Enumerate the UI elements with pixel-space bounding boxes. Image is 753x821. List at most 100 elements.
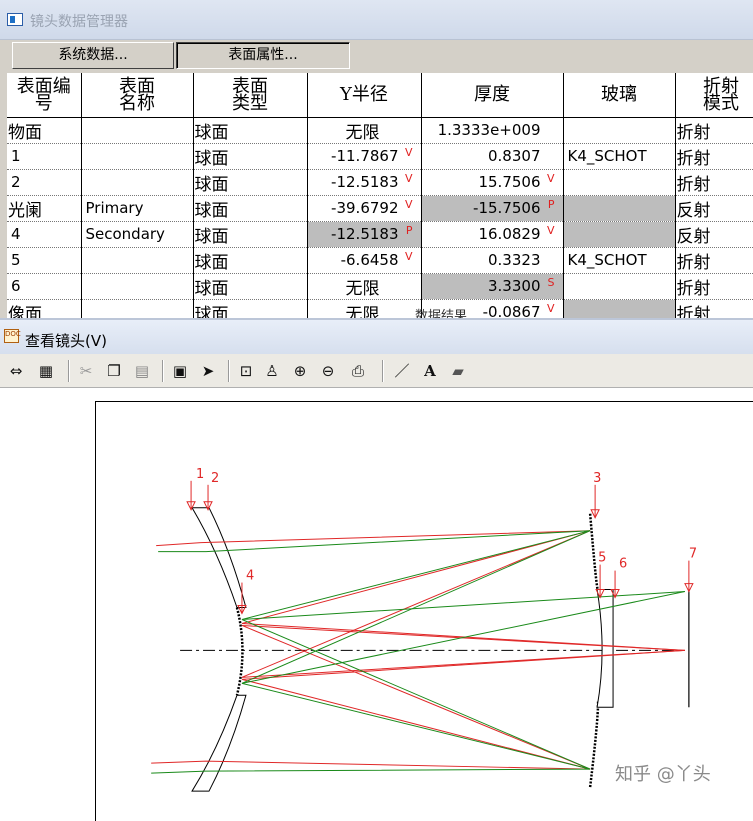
cell-name[interactable]	[81, 143, 193, 169]
cell-name[interactable]	[81, 247, 193, 273]
solve-flag[interactable]: V	[405, 198, 413, 211]
cell-thick[interactable]: 16.0829 V	[421, 221, 563, 247]
cell-glass[interactable]	[563, 117, 675, 143]
cell-type[interactable]: 球面	[193, 221, 307, 247]
cell-type[interactable]: 球面	[193, 117, 307, 143]
cell-value: K4_SCHOT	[568, 147, 647, 165]
cell-glass[interactable]	[563, 169, 675, 195]
table-row[interactable]: 物面 球面无限 1.3333e+009 折射	[7, 117, 753, 143]
system-data-button[interactable]: 系统数据...	[12, 42, 174, 69]
copy-icon[interactable]: ❐	[104, 361, 124, 381]
cell-num[interactable]: 4	[7, 221, 81, 247]
table-row[interactable]: 5 球面 -6.6458V0.3323K4_SCHOT折射	[7, 247, 753, 273]
cell-mode[interactable]: 折射	[675, 143, 753, 169]
solve-flag[interactable]: S	[548, 276, 555, 289]
cell-num[interactable]: 光阑	[7, 195, 81, 221]
cell-glass[interactable]: K4_SCHOT	[563, 247, 675, 273]
table-row[interactable]: 光阑 Primary 球面-39.6792V-15.7506P 反射	[7, 195, 753, 221]
save-icon[interactable]: ▣	[170, 361, 190, 381]
pointer-icon[interactable]: ➤	[198, 361, 218, 381]
column-header[interactable]: 折射模式	[675, 73, 753, 117]
cell-thick[interactable]: 0.3323	[421, 247, 563, 273]
cell-glass[interactable]	[563, 195, 675, 221]
zoom-window-icon[interactable]: ⊡	[236, 361, 256, 381]
column-header[interactable]: 厚度	[421, 73, 563, 117]
cell-radius[interactable]: -11.7867V	[307, 143, 421, 169]
cell-num[interactable]: 物面	[7, 117, 81, 143]
solve-flag[interactable]: V	[547, 302, 555, 315]
cell-glass[interactable]	[563, 221, 675, 247]
column-header[interactable]: 玻璃	[563, 73, 675, 117]
solve-flag[interactable]: V	[405, 172, 413, 185]
cell-radius[interactable]: 无限	[307, 117, 421, 143]
cell-value: 16.0829	[478, 225, 540, 243]
cell-thick[interactable]: 0.8307	[421, 143, 563, 169]
solve-flag[interactable]: V	[405, 250, 413, 263]
lens-data-table[interactable]: 表面编号表面名称表面类型Y半径厚度玻璃折射模式物面球面无限1.3333e+009…	[7, 73, 753, 326]
cell-name[interactable]: Primary	[81, 195, 193, 221]
line-icon[interactable]: ／	[392, 361, 412, 381]
cell-name[interactable]	[81, 273, 193, 299]
cell-value: 2	[11, 173, 21, 191]
cell-glass[interactable]	[563, 273, 675, 299]
cut-icon[interactable]: ✂	[76, 361, 96, 381]
solve-flag[interactable]: V	[405, 146, 413, 159]
cell-type[interactable]: 球面	[193, 143, 307, 169]
cell-mode[interactable]: 折射	[675, 247, 753, 273]
cell-radius[interactable]: -39.6792V	[307, 195, 421, 221]
cell-radius[interactable]: -12.5183P	[307, 221, 421, 247]
cell-type[interactable]: 球面	[193, 247, 307, 273]
cell-glass[interactable]: K4_SCHOT	[563, 143, 675, 169]
table-row[interactable]: 1 球面-11.7867V0.8307 K4_SCHOT 折射	[7, 143, 753, 169]
solve-flag[interactable]: V	[547, 172, 555, 185]
refresh-icon[interactable]: ⇔	[6, 361, 26, 381]
solve-flag[interactable]: V	[547, 224, 555, 237]
cell-type[interactable]: 球面	[193, 169, 307, 195]
cell-radius[interactable]: -6.6458V	[307, 247, 421, 273]
cell-value: Secondary	[86, 225, 165, 243]
lens-layout-canvas[interactable]: 1234567	[95, 401, 753, 821]
cell-radius[interactable]: -12.5183V	[307, 169, 421, 195]
table-row[interactable]: 6 球面无限3.3300S 折射	[7, 273, 753, 299]
zoom-out-icon[interactable]: ⊖	[318, 361, 338, 381]
table-row[interactable]: 4 Secondary 球面-12.5183P 16.0829 V 反射	[7, 221, 753, 247]
pan-icon[interactable]: ♙	[262, 361, 282, 381]
cell-num[interactable]: 6	[7, 273, 81, 299]
cell-mode[interactable]: 反射	[675, 221, 753, 247]
cell-num[interactable]: 1	[7, 143, 81, 169]
cell-num[interactable]: 5	[7, 247, 81, 273]
surface-label-7: 7	[689, 547, 697, 562]
text-icon[interactable]: A	[420, 361, 440, 381]
cell-name[interactable]: Secondary	[81, 221, 193, 247]
cell-value: 球面	[195, 253, 229, 273]
solve-flag[interactable]: P	[406, 224, 413, 237]
cell-radius[interactable]: 无限	[307, 273, 421, 299]
cell-thick[interactable]: 15.7506V	[421, 169, 563, 195]
cell-num[interactable]: 2	[7, 169, 81, 195]
eraser-icon[interactable]: ▰	[448, 361, 468, 381]
solve-flag[interactable]: P	[548, 198, 555, 211]
cell-mode[interactable]: 反射	[675, 195, 753, 221]
cell-name[interactable]	[81, 117, 193, 143]
column-header[interactable]: Y半径	[307, 73, 421, 117]
cell-mode[interactable]: 折射	[675, 273, 753, 299]
column-header[interactable]: 表面类型	[193, 73, 307, 117]
cell-value: Primary	[86, 199, 144, 217]
print-icon[interactable]: ⎙	[348, 361, 368, 381]
cell-type[interactable]: 球面	[193, 273, 307, 299]
paste-icon[interactable]: ▤	[132, 361, 152, 381]
settings-icon[interactable]: ▦	[36, 361, 56, 381]
cell-name[interactable]	[81, 169, 193, 195]
zoom-in-icon[interactable]: ⊕	[290, 361, 310, 381]
cell-thick[interactable]: -15.7506P	[421, 195, 563, 221]
column-header[interactable]: 表面名称	[81, 73, 193, 117]
cell-type[interactable]: 球面	[193, 195, 307, 221]
surface-properties-button[interactable]: 表面属性...	[176, 42, 350, 69]
cell-mode[interactable]: 折射	[675, 117, 753, 143]
table-row[interactable]: 2 球面-12.5183V15.7506V 折射	[7, 169, 753, 195]
cell-mode[interactable]: 折射	[675, 169, 753, 195]
column-header[interactable]: 表面编号	[7, 73, 81, 117]
cell-value: 1.3333e+009	[438, 121, 541, 139]
cell-thick[interactable]: 3.3300S	[421, 273, 563, 299]
cell-thick[interactable]: 1.3333e+009	[421, 117, 563, 143]
